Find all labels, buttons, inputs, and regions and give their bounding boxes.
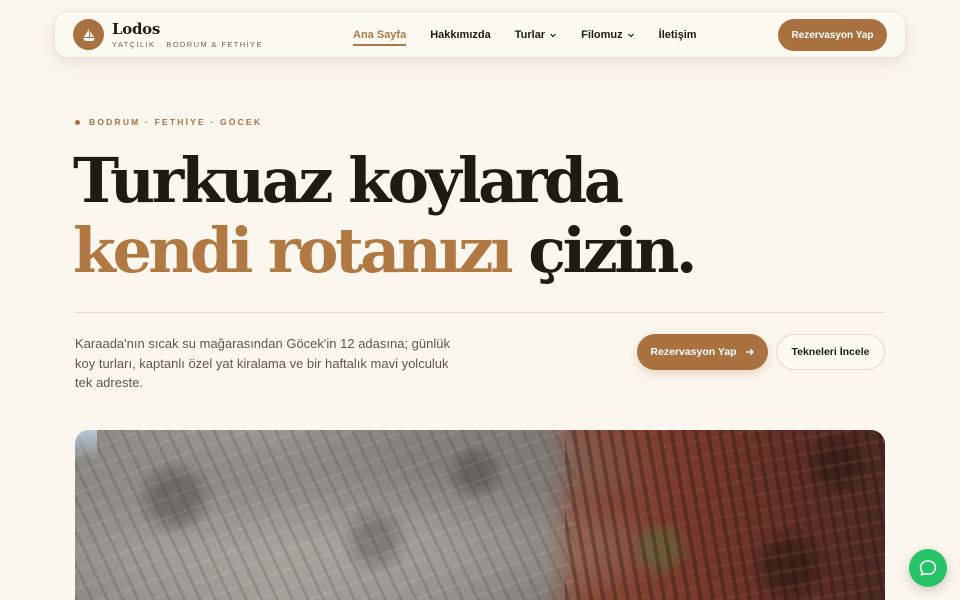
- hero-headline: Turkuaz koylarda kendi rotanızı çizin.: [73, 144, 698, 287]
- eyebrow-dot: [75, 119, 80, 125]
- headline-end: çizin.: [510, 214, 697, 287]
- nav-item-label: Hakkımızda: [430, 29, 491, 41]
- sailboat-icon: [73, 19, 104, 50]
- hero-divider: [75, 312, 884, 313]
- chat-button[interactable]: [909, 549, 947, 587]
- main-nav: Ana Sayfa Hakkımızda Turlar Filomuz İlet…: [353, 12, 721, 58]
- hero-reservation-label: Rezervasyon Yap: [650, 346, 737, 358]
- hero-boats-button[interactable]: Tekneleri İncele: [776, 334, 885, 370]
- headline-accent: kendi rotanızı: [73, 214, 514, 287]
- chat-bubble-icon: [919, 560, 937, 576]
- site-navbar: Lodos YATÇILIK · BODRUM & FETHİYE Ana Sa…: [54, 11, 906, 58]
- nav-item-label: Ana Sayfa: [353, 29, 407, 41]
- nav-item-label: İletişim: [658, 29, 697, 41]
- brand-tagline: YATÇILIK · BODRUM & FETHİYE: [112, 39, 263, 49]
- headline-line-1: Turkuaz koylarda: [73, 144, 624, 217]
- nav-item-filomuz[interactable]: Filomuz: [581, 12, 635, 58]
- image-rock-texture-red: [565, 430, 885, 600]
- arrow-right-icon: [745, 348, 754, 356]
- nav-item-iletisim[interactable]: İletişim: [659, 12, 697, 58]
- nav-reservation-button[interactable]: Rezervasyon Yap: [778, 19, 887, 51]
- brand-name: Lodos: [112, 19, 160, 38]
- eyebrow-text: BODRUM · FETHİYE · GÖCEK: [89, 117, 263, 127]
- nav-item-hakkimizda[interactable]: Hakkımızda: [430, 12, 491, 58]
- nav-item-turlar[interactable]: Turlar: [515, 12, 557, 58]
- image-sky-sliver: [75, 430, 97, 460]
- chevron-down-icon: [550, 33, 557, 38]
- hero-reservation-button[interactable]: Rezervasyon Yap: [637, 334, 768, 370]
- chevron-down-icon: [627, 33, 634, 38]
- nav-item-label: Filomuz: [581, 29, 623, 41]
- hero-cliff-image: [75, 430, 885, 600]
- hero-eyebrow: BODRUM · FETHİYE · GÖCEK: [75, 117, 262, 127]
- nav-item-ana-sayfa[interactable]: Ana Sayfa: [353, 12, 407, 58]
- brand[interactable]: Lodos YATÇILIK · BODRUM & FETHİYE: [73, 19, 263, 50]
- image-rock-texture-grey: [75, 430, 575, 600]
- hero-lead: Karaada'nın sıcak su mağarasından Göcek'…: [75, 336, 450, 390]
- nav-item-label: Turlar: [514, 29, 546, 41]
